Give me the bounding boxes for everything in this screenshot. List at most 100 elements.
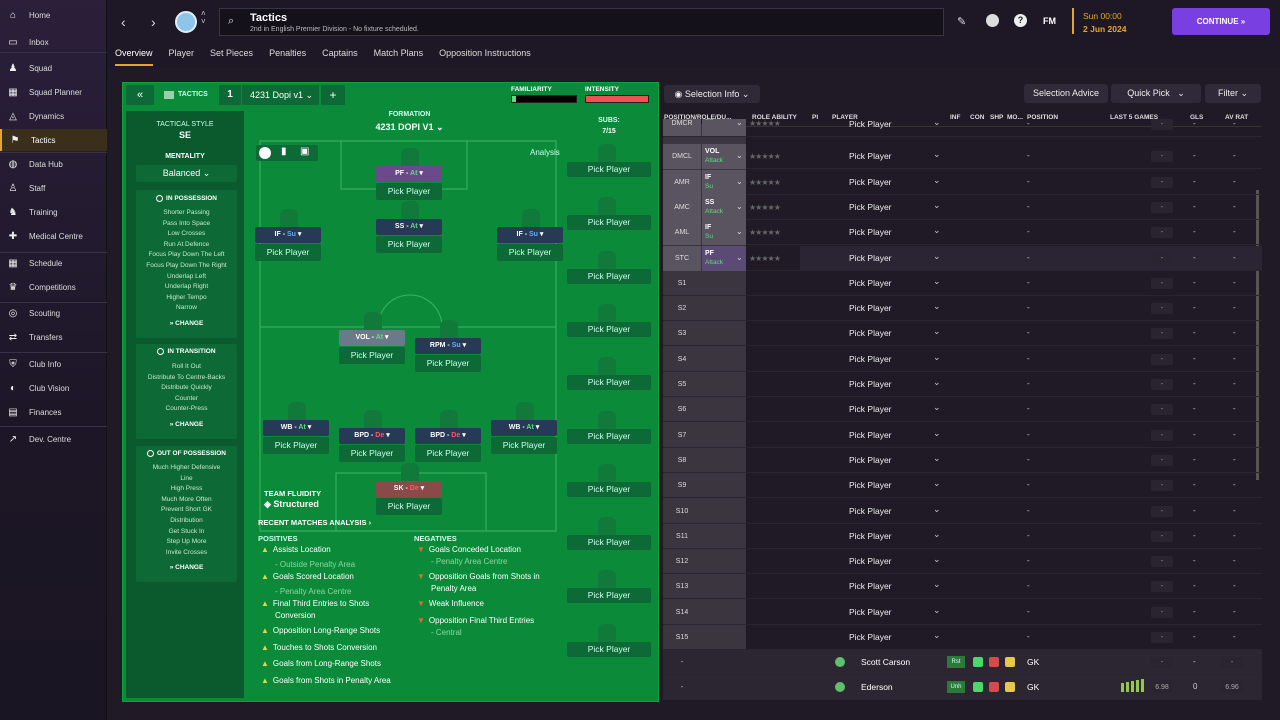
- back-arrow-icon[interactable]: ‹: [121, 14, 126, 30]
- row-player-chevron-icon[interactable]: ⌄: [933, 428, 941, 439]
- sub-pick-player-button[interactable]: Pick Player: [567, 535, 651, 551]
- row-player-chevron-icon[interactable]: ⌄: [933, 579, 941, 590]
- table-row[interactable]: S10 Pick Player ⌄ - - - -: [663, 499, 1262, 524]
- sidebar-item-dynamics[interactable]: ◬ Dynamics: [0, 105, 107, 127]
- player-view-icon[interactable]: [259, 147, 271, 159]
- position-slot-if[interactable]: IF - Su ▾ Pick Player: [255, 209, 321, 261]
- position-role[interactable]: SK - De ▾: [376, 481, 442, 497]
- row-player-chevron-icon[interactable]: ⌄: [933, 225, 941, 236]
- sub-pick-player-button[interactable]: Pick Player: [567, 321, 651, 337]
- tab-captains[interactable]: Captains: [314, 42, 366, 66]
- fm-menu-button[interactable]: FM: [1043, 16, 1056, 26]
- row-pick-player[interactable]: Pick Player: [849, 303, 892, 313]
- pitch-view-icon[interactable]: ▣: [300, 146, 309, 157]
- position-role[interactable]: SS - At ▾: [376, 219, 442, 235]
- change-button[interactable]: » CHANGE: [136, 320, 237, 327]
- row-pick-player[interactable]: Pick Player: [849, 556, 892, 566]
- club-switch-chevron-icon[interactable]: ˄ ˅: [201, 10, 206, 26]
- tactic-select[interactable]: 4231 Dopi v1 ⌄: [242, 85, 319, 105]
- change-button[interactable]: » CHANGE: [136, 421, 237, 428]
- sub-pick-player-button[interactable]: Pick Player: [567, 268, 651, 284]
- row-player-chevron-icon[interactable]: ⌄: [933, 301, 941, 312]
- position-slot-sk[interactable]: SK - De ▾ Pick Player: [376, 463, 442, 515]
- player-row[interactable]: - Scott Carson Rst GK - - -: [663, 650, 1262, 675]
- search-box[interactable]: ⌕ Tactics 2nd in English Premier Divisio…: [219, 8, 944, 36]
- row-role[interactable]: Su⌄: [702, 119, 746, 136]
- sidebar-item-squad[interactable]: ♟ Squad: [0, 57, 107, 79]
- pick-player-button[interactable]: Pick Player: [376, 236, 442, 253]
- selection-info-select[interactable]: ◉ Selection Info ⌄: [664, 85, 760, 103]
- row-pick-player[interactable]: Pick Player: [849, 531, 892, 541]
- edit-icon[interactable]: ✎: [957, 15, 966, 28]
- position-role[interactable]: RPM - Su ▾: [415, 338, 481, 354]
- table-row[interactable]: S11 Pick Player ⌄ - - - -: [663, 524, 1262, 549]
- tab-opposition-instructions[interactable]: Opposition Instructions: [431, 42, 539, 66]
- position-role[interactable]: WB - At ▾: [491, 420, 557, 436]
- table-row[interactable]: DMCRSu⌄★★★★★ Pick Player ⌄ - - - -: [663, 119, 1262, 137]
- sub-pick-player-button[interactable]: Pick Player: [567, 641, 651, 657]
- table-row[interactable]: S15 Pick Player ⌄ - - - -: [663, 625, 1262, 650]
- position-slot-wb[interactable]: WB - At ▾ Pick Player: [263, 402, 329, 454]
- sidebar-item-tactics[interactable]: ⚑ Tactics: [0, 129, 107, 151]
- sidebar-item-data-hub[interactable]: ◍ Data Hub: [0, 153, 107, 175]
- filter-button[interactable]: Filter ⌄: [1205, 84, 1261, 103]
- position-slot-ss[interactable]: SS - At ▾ Pick Player: [376, 201, 442, 253]
- row-pick-player[interactable]: Pick Player: [849, 506, 892, 516]
- pick-player-button[interactable]: Pick Player: [263, 437, 329, 454]
- row-role[interactable]: IF Su ⌄: [702, 169, 746, 195]
- table-row[interactable]: S13 Pick Player ⌄ - - - -: [663, 574, 1262, 600]
- row-player-chevron-icon[interactable]: ⌄: [933, 200, 941, 211]
- pick-player-button[interactable]: Pick Player: [497, 244, 563, 261]
- row-player-chevron-icon[interactable]: ⌄: [933, 377, 941, 388]
- sidebar-item-scouting[interactable]: ◎ Scouting: [0, 302, 107, 324]
- row-pick-player[interactable]: Pick Player: [849, 202, 892, 212]
- selection-advice-button[interactable]: Selection Advice: [1024, 84, 1108, 103]
- row-player-chevron-icon[interactable]: ⌄: [933, 251, 941, 262]
- tab-overview[interactable]: Overview: [107, 42, 161, 66]
- row-player-chevron-icon[interactable]: ⌄: [933, 276, 941, 287]
- position-slot-wb[interactable]: WB - At ▾ Pick Player: [491, 402, 557, 454]
- tactical-style[interactable]: TACTICAL STYLE SE: [126, 121, 244, 140]
- pick-player-button[interactable]: Pick Player: [376, 498, 442, 515]
- quick-pick-button[interactable]: Quick Pick ⌄: [1111, 84, 1201, 103]
- continue-button[interactable]: CONTINUE »: [1172, 8, 1270, 35]
- row-pick-player[interactable]: Pick Player: [849, 379, 892, 389]
- player-row[interactable]: - Ederson Unh GK 6.98 0 6.96: [663, 675, 1262, 700]
- sidebar-item-club-info[interactable]: ⛨ Club Info: [0, 353, 107, 375]
- tactic-slot[interactable]: 1: [219, 85, 241, 105]
- position-role[interactable]: PF - At ▾: [376, 166, 442, 182]
- position-slot-if[interactable]: IF - Su ▾ Pick Player: [497, 209, 563, 261]
- pick-player-button[interactable]: Pick Player: [491, 437, 557, 454]
- tab-set-pieces[interactable]: Set Pieces: [202, 42, 261, 66]
- sidebar-item-schedule[interactable]: ▦ Schedule: [0, 252, 107, 274]
- player-name[interactable]: Ederson: [861, 682, 893, 692]
- table-row[interactable]: STC PF Attack ⌄ ★★★★★ Pick Player ⌄ - - - -: [663, 245, 1262, 271]
- sidebar-item-dev-centre[interactable]: ↗ Dev. Centre: [0, 428, 107, 450]
- row-pick-player[interactable]: Pick Player: [849, 151, 892, 161]
- tab-player[interactable]: Player: [161, 42, 203, 66]
- table-row[interactable]: S6 Pick Player ⌄ - - - -: [663, 397, 1262, 423]
- analysis-link[interactable]: Analysis: [530, 148, 560, 157]
- sub-pick-player-button[interactable]: Pick Player: [567, 215, 651, 231]
- row-role[interactable]: IF Su ⌄: [702, 220, 746, 246]
- collapse-icon[interactable]: «: [126, 85, 154, 105]
- table-row[interactable]: S4 Pick Player ⌄ - - - -: [663, 347, 1262, 372]
- sub-pick-player-button[interactable]: Pick Player: [567, 588, 651, 604]
- row-pick-player[interactable]: Pick Player: [849, 607, 892, 617]
- row-pick-player[interactable]: Pick Player: [849, 455, 892, 465]
- position-role[interactable]: BPD - De ▾: [415, 428, 481, 444]
- formation-select[interactable]: 4231 DOPI V1 ⌄: [253, 122, 566, 133]
- view-toggle[interactable]: ▮ ▣: [256, 145, 318, 161]
- table-row[interactable]: S12 Pick Player ⌄ - - - -: [663, 549, 1262, 575]
- sidebar-item-medical-centre[interactable]: ✚ Medical Centre: [0, 225, 107, 247]
- tab-penalties[interactable]: Penalties: [261, 42, 314, 66]
- row-player-chevron-icon[interactable]: ⌄: [933, 630, 941, 641]
- row-pick-player[interactable]: Pick Player: [849, 253, 892, 263]
- forward-arrow-icon[interactable]: ›: [151, 14, 156, 30]
- table-row[interactable]: DMCL VOL Attack ⌄ ★★★★★ Pick Player ⌄ - - - -: [663, 144, 1262, 170]
- pick-player-button[interactable]: Pick Player: [339, 445, 405, 462]
- position-slot-vol[interactable]: VOL - At ▾ Pick Player: [339, 312, 405, 364]
- sidebar-item-squad-planner[interactable]: ▦ Squad Planner: [0, 81, 107, 103]
- row-role[interactable]: PF Attack ⌄: [702, 245, 746, 271]
- sidebar-item-finances[interactable]: ▤ Finances: [0, 401, 107, 423]
